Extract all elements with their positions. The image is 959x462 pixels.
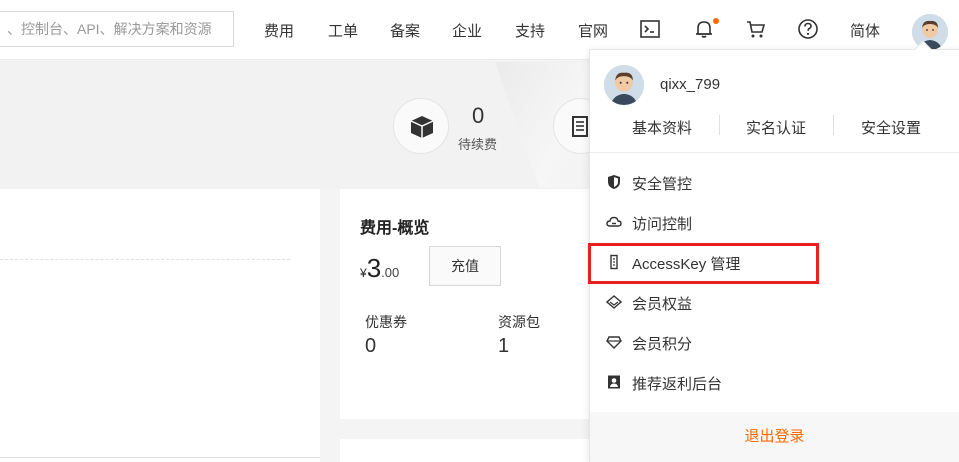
dropdown-avatar: [604, 65, 644, 105]
coupon-count[interactable]: 0: [365, 335, 376, 358]
real-name-verification-link[interactable]: 实名认证: [746, 117, 806, 138]
account-balance: ¥3.00: [360, 253, 399, 284]
menu-item-access-control[interactable]: 访问控制: [590, 202, 959, 242]
nav-billing[interactable]: 费用: [264, 20, 294, 41]
terminal-icon[interactable]: [639, 18, 661, 40]
nav-enterprise[interactable]: 企业: [452, 20, 482, 41]
renewal-stat-circle[interactable]: [393, 98, 449, 154]
cart-icon[interactable]: [745, 18, 767, 40]
pending-renewal-count: 0: [472, 103, 485, 128]
dropdown-divider: [590, 152, 959, 153]
coupon-label[interactable]: 优惠券: [365, 312, 407, 332]
balance-integer: 3: [366, 253, 382, 283]
nav-tickets[interactable]: 工单: [328, 20, 358, 41]
key-icon: [610, 254, 618, 270]
menu-item-label: AccessKey 管理: [632, 256, 741, 273]
nav-icp-filing[interactable]: 备案: [390, 20, 420, 41]
dashed-divider: [0, 259, 290, 260]
box-icon: [410, 116, 434, 138]
next-card: [340, 439, 600, 462]
card-divider: [0, 457, 320, 458]
menu-item-label: 安全管控: [632, 176, 693, 193]
pending-renewal-label: 待续费: [458, 137, 498, 152]
fee-overview-title: 费用-概览: [360, 220, 430, 237]
security-settings-link[interactable]: 安全设置: [861, 117, 921, 138]
menu-item-member-benefits[interactable]: 会员权益: [590, 282, 959, 322]
logout-bar: 退出登录: [590, 412, 959, 462]
portrait-icon: [608, 375, 620, 389]
fee-overview-card: 费用-概览 ¥3.00 充值 优惠券 0 资源包 1: [340, 189, 600, 419]
menu-item-label: 会员积分: [632, 336, 693, 353]
avatar-illustration: [604, 65, 644, 105]
currency-symbol: ¥: [360, 266, 367, 280]
search-input[interactable]: 、控制台、API、解决方案和资源: [0, 11, 234, 47]
shield-icon: [608, 175, 620, 189]
resource-package-label[interactable]: 资源包: [498, 312, 540, 332]
diamond-icon: [606, 295, 622, 309]
bell-icon[interactable]: [693, 18, 715, 40]
balance-decimal: .00: [381, 265, 400, 280]
language-switch[interactable]: 简体: [850, 20, 880, 41]
menu-item-label: 访问控制: [632, 216, 693, 233]
left-card: [0, 189, 320, 462]
menu-item-security-control[interactable]: 安全管控: [590, 162, 959, 202]
link-separator: [719, 115, 720, 135]
menu-item-accesskey-management[interactable]: AccessKey 管理: [590, 242, 959, 282]
resource-package-count[interactable]: 1: [498, 335, 509, 358]
recharge-button[interactable]: 充值: [429, 246, 501, 286]
notification-dot: [713, 18, 719, 24]
logout-button[interactable]: 退出登录: [744, 428, 804, 445]
cloud-icon: [606, 216, 622, 227]
menu-item-label: 会员权益: [632, 296, 693, 313]
menu-item-member-points[interactable]: 会员积分: [590, 322, 959, 362]
menu-item-referral-dashboard[interactable]: 推荐返利后台: [590, 362, 959, 402]
menu-item-label: 推荐返利后台: [632, 376, 723, 393]
help-icon[interactable]: [797, 18, 819, 40]
nav-official-site[interactable]: 官网: [578, 20, 608, 41]
gem-icon: [606, 336, 622, 349]
link-separator: [833, 115, 834, 135]
basic-profile-link[interactable]: 基本资料: [632, 117, 692, 138]
nav-support[interactable]: 支持: [515, 20, 545, 41]
username: qixx_799: [660, 76, 721, 93]
